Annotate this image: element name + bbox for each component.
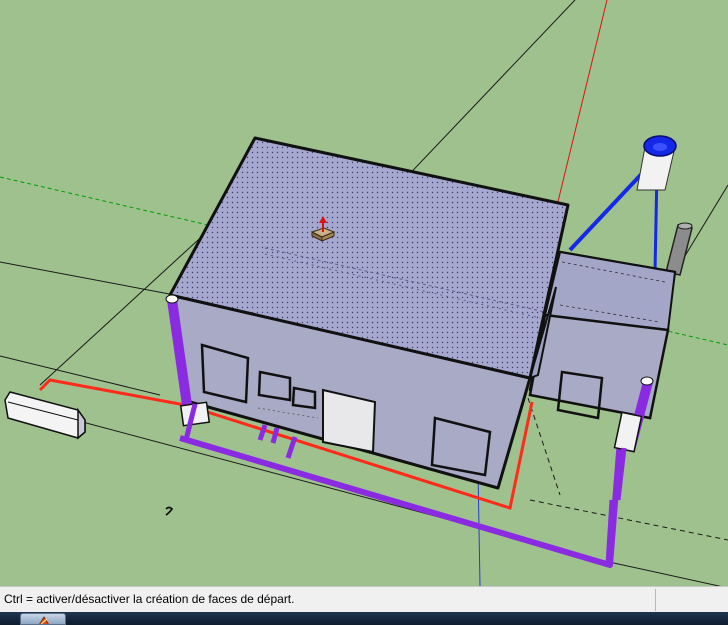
status-hint-text: Ctrl = activer/désactiver la création de… <box>4 592 295 606</box>
status-bar: Ctrl = activer/désactiver la création de… <box>0 586 728 612</box>
chimney[interactable] <box>665 222 693 276</box>
guide-line <box>0 355 161 396</box>
taskbar-app-button[interactable] <box>20 613 66 625</box>
guide-line <box>599 559 722 586</box>
status-divider <box>655 589 656 611</box>
guide-line <box>0 261 181 297</box>
ground-mark <box>165 506 174 516</box>
ground-pipe-stub[interactable] <box>270 427 280 444</box>
red-axis <box>554 0 608 215</box>
tank-opening <box>653 143 667 151</box>
tower-strut <box>568 163 652 252</box>
ground-pipe-stub[interactable] <box>285 436 298 459</box>
3d-scene[interactable] <box>0 0 728 586</box>
modeling-viewport[interactable] <box>0 0 728 586</box>
taskbar <box>0 612 728 625</box>
guide-line <box>527 397 561 496</box>
ground-pipe-stub[interactable] <box>257 424 268 441</box>
door <box>322 388 377 454</box>
sketchup-icon <box>39 616 49 624</box>
water-tower[interactable] <box>568 135 677 273</box>
measurements-box[interactable] <box>658 589 726 611</box>
outdoor-unit[interactable] <box>4 391 86 440</box>
guide-line <box>529 499 728 541</box>
main-building[interactable] <box>168 136 570 490</box>
